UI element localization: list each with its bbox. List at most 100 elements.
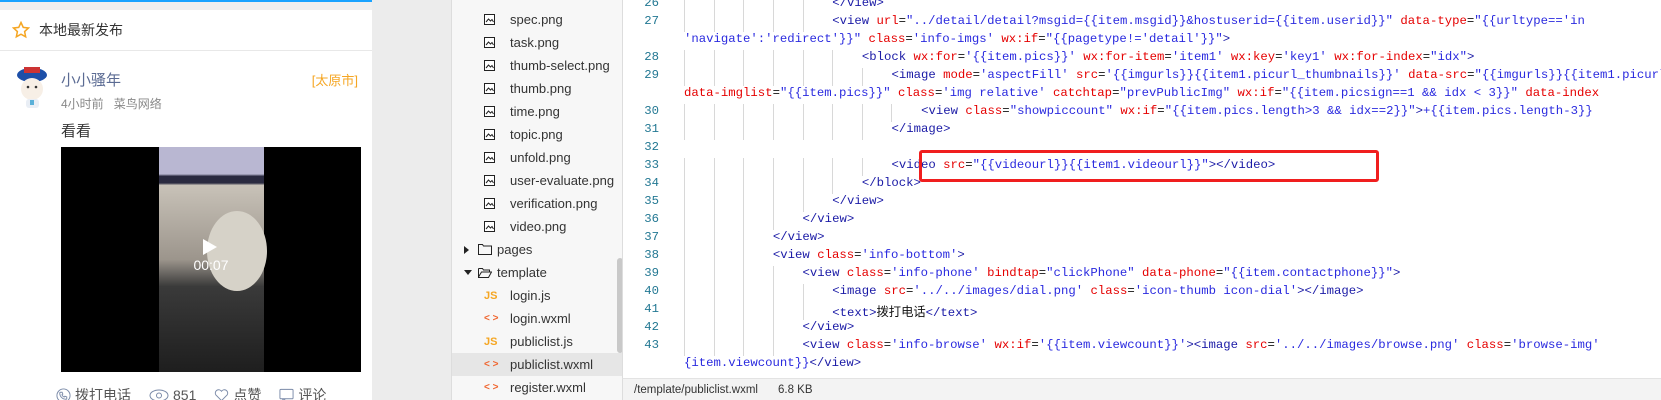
code-line[interactable]: </view>: [832, 0, 884, 10]
code-token-attr: data-imglist: [684, 86, 773, 100]
indent-guide: [743, 230, 745, 248]
tree-item[interactable]: user-evaluate.png: [452, 169, 622, 192]
code-line[interactable]: <image mode='aspectFill' src='{{imgurls}…: [891, 68, 1661, 82]
indent-guide: [684, 302, 685, 320]
code-token-txt: =: [1038, 32, 1046, 46]
indent-guide: [713, 158, 715, 176]
avatar[interactable]: [15, 65, 50, 110]
code-line[interactable]: <view class='info-bottom'>: [773, 248, 965, 262]
wxml-file-icon: < >: [484, 313, 499, 324]
play-icon[interactable]: [203, 239, 217, 255]
code-token-tag: </block>: [861, 176, 921, 190]
code-line[interactable]: </block>: [862, 176, 921, 190]
code-token-txt: =: [1002, 104, 1010, 118]
tree-item-label: thumb-select.png: [510, 58, 610, 73]
indent-guide: [713, 0, 715, 14]
code-line[interactable]: <view class='info-browse' wx:if='{{item.…: [803, 338, 1600, 352]
code-token-attr: src: [883, 284, 906, 298]
code-line[interactable]: data-imglist="{{item.pics}}" class='img …: [684, 86, 1599, 100]
line-number: 30: [644, 104, 659, 118]
indent-guide: [772, 158, 774, 176]
tree-item[interactable]: < > register.wxml: [452, 376, 622, 399]
tree-item[interactable]: pages: [452, 238, 622, 261]
code-token-str: "clickPhone": [1046, 266, 1143, 280]
code-token-txt: =: [898, 14, 906, 28]
like-button[interactable]: 点赞: [214, 385, 261, 400]
post-text: 看看: [61, 123, 92, 140]
indent-guide: [684, 266, 685, 284]
code-line[interactable]: {item.viewcount}}</view>: [684, 356, 861, 370]
code-line[interactable]: <view url="../detail/detail?msgid={{item…: [832, 14, 1585, 28]
tree-item-label: time.png: [510, 104, 560, 119]
code-line[interactable]: <block wx:for = '{{item.pics}}' wx:for-ite…: [862, 50, 1475, 64]
code-token-str: '{{item.viewcount}}': [1038, 338, 1187, 352]
chevron-right-icon[interactable]: [464, 245, 469, 254]
chevron-down-icon[interactable]: [464, 270, 472, 275]
code-token-tag: </view>: [832, 0, 884, 10]
tree-item[interactable]: topic.png: [452, 123, 622, 146]
indent-guide: [832, 122, 834, 140]
tree-item[interactable]: JS login.js: [452, 284, 622, 307]
tree-item[interactable]: thumb-select.png: [452, 54, 622, 77]
tree-item[interactable]: video.png: [452, 215, 622, 238]
top-gap: [0, 2, 372, 10]
line-number: 41: [644, 302, 659, 316]
indent-guide: [713, 194, 715, 212]
code-token-str: "{{pagetype!='detail'}}": [1045, 32, 1223, 46]
indent-guide: [713, 284, 715, 302]
code-token-attr: wx:for-index: [1334, 50, 1423, 64]
call-button[interactable]: 拨打电话: [56, 385, 131, 400]
indent-guide: [802, 122, 804, 140]
indent-guide: [772, 266, 774, 284]
tree-item[interactable]: template: [452, 261, 622, 284]
tree-item[interactable]: thumb.png: [452, 77, 622, 100]
tree-item-label: thumb.png: [510, 81, 572, 96]
code-token-attr: src: [1075, 68, 1099, 82]
video-player[interactable]: 00:07: [61, 147, 361, 372]
line-number: 34: [644, 176, 659, 190]
code-line[interactable]: </view>: [832, 194, 884, 208]
code-line[interactable]: <view class="showpiccount" wx:if="{{item…: [921, 104, 1593, 118]
indent-guide: [684, 50, 685, 68]
tree-item[interactable]: unfold.png: [452, 146, 622, 169]
code-line[interactable]: <text>拨打电话</text>: [832, 302, 977, 320]
tree-item[interactable]: time.png: [452, 100, 622, 123]
code-line[interactable]: 'navigate':'redirect'}}" class='info-img…: [684, 32, 1230, 46]
code-line[interactable]: <view class='info-phone' bindtap="clickP…: [803, 266, 1401, 280]
indent-guide: [772, 338, 774, 356]
indent-guide: [861, 68, 863, 86]
js-file-icon: JS: [484, 289, 498, 302]
tree-item[interactable]: < > login.wxml: [452, 307, 622, 330]
comment-button[interactable]: 评论: [279, 385, 326, 400]
code-token-attr: class: [846, 338, 884, 352]
indent-guide: [743, 158, 745, 176]
code-token-str: '../../images/dial.png': [913, 284, 1091, 298]
tree-item[interactable]: verification.png: [452, 192, 622, 215]
code-token-txt: =: [1098, 68, 1106, 82]
code-line[interactable]: </view>: [803, 320, 855, 334]
code-editor[interactable]: 26 </view> 27 <view url="../detail/detail?m…: [622, 0, 1661, 378]
code-token-str: 'info-bottom': [861, 248, 958, 262]
code-token-tag: <image: [891, 68, 944, 82]
code-token-str: 'item1': [1171, 50, 1231, 64]
line-number: 32: [644, 140, 659, 154]
tree-item-label: task.png: [510, 35, 560, 50]
code-line[interactable]: </image>: [891, 122, 950, 136]
code-line[interactable]: </view>: [803, 212, 855, 226]
indent-guide: [832, 158, 834, 176]
video-duration: 00:07: [193, 257, 229, 273]
tree-item[interactable]: task.png: [452, 31, 622, 54]
indent-guide: [743, 68, 745, 86]
code-line[interactable]: </view>: [773, 230, 825, 244]
tree-item[interactable]: spec.png: [452, 8, 622, 31]
post-username[interactable]: 小小骚年: [61, 69, 121, 90]
image-file-icon: [484, 106, 495, 117]
image-file-icon: [484, 198, 495, 209]
tree-item-label: user-evaluate.png: [510, 173, 615, 188]
indent-guide: [713, 266, 715, 284]
indent-guide: [772, 14, 774, 32]
code-line[interactable]: <image src = '../../images/dial.png' class…: [832, 284, 1363, 298]
tree-item[interactable]: < > publiclist.wxml: [452, 353, 622, 376]
code-token-attr: class: [898, 86, 935, 100]
tree-item[interactable]: JS publiclist.js: [452, 330, 622, 353]
